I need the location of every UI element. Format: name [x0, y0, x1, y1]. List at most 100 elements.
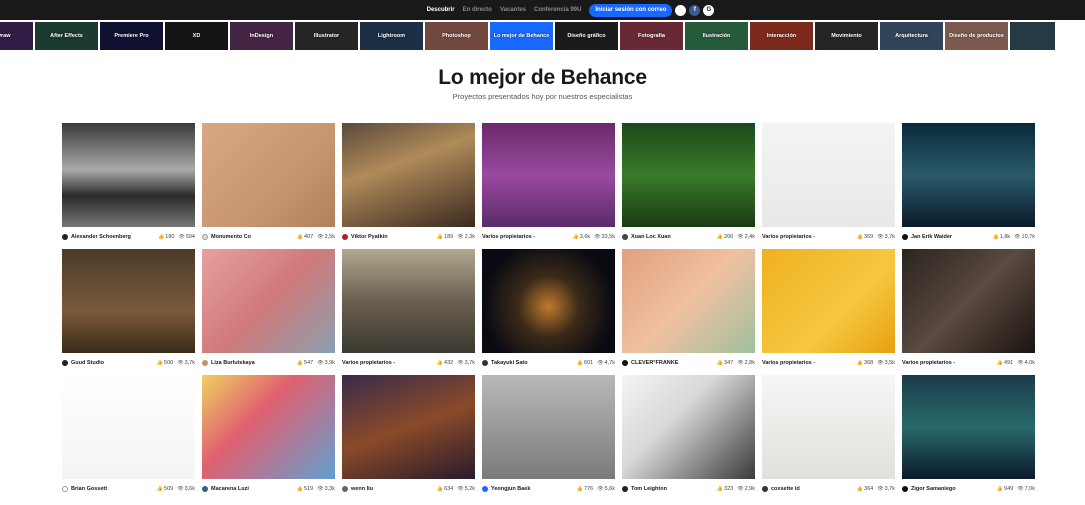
project-owner[interactable]: CLEVER°FRANKE: [622, 360, 717, 366]
project-owner[interactable]: Liza Burlutskaya: [202, 360, 297, 366]
eye-icon: 👁: [877, 360, 884, 366]
project-thumbnail[interactable]: [202, 123, 335, 227]
category-tile[interactable]: Arquitectura: [880, 22, 943, 50]
category-tile[interactable]: XD: [165, 22, 228, 50]
project-card: Xuan Loc Xuan 👍 266 👁 2,4k: [622, 123, 755, 249]
category-label: InDesign: [249, 33, 274, 39]
project-owner[interactable]: Zigor Samaniego: [902, 486, 997, 492]
project-owner[interactable]: Varios propietarios -: [902, 360, 997, 366]
project-stats: 👍 509 👁 3,6k: [157, 486, 195, 492]
category-tile[interactable]: Diseño gráfico: [555, 22, 618, 50]
views-count: 7,0k: [1024, 486, 1035, 492]
thumbs-up-icon: 👍: [436, 234, 444, 240]
project-thumbnail[interactable]: [762, 249, 895, 353]
likes-count: 1,8k: [999, 234, 1011, 240]
category-label: Photoshop: [442, 33, 471, 39]
views-count: 3,3k: [324, 486, 335, 492]
apple-icon[interactable]: [675, 4, 687, 16]
project-thumbnail[interactable]: [902, 249, 1035, 353]
nav-link[interactable]: Descubrir: [427, 7, 455, 13]
project-owner[interactable]: Brian Gossett: [62, 486, 157, 492]
project-owner[interactable]: coxsette id: [762, 486, 857, 492]
thumbs-up-icon: 👍: [572, 234, 579, 240]
project-thumbnail[interactable]: [342, 375, 475, 479]
category-tile[interactable]: Interacción: [750, 22, 813, 50]
category-tile[interactable]: Ilustración: [685, 22, 748, 50]
likes-count: 407: [304, 234, 314, 240]
project-stats: 👍 368 👁 3,5k: [857, 360, 895, 366]
category-tile[interactable]: After Effects: [35, 22, 98, 50]
project-thumbnail[interactable]: [622, 249, 755, 353]
category-tile[interactable]: Lo mejor de Behance: [490, 22, 553, 50]
project-thumbnail[interactable]: [342, 123, 475, 227]
category-tile[interactable]: e Draw: [0, 22, 33, 50]
category-tile[interactable]: Photoshop: [425, 22, 488, 50]
category-strip: e Draw After Effects Premiere Pro XD InDesig…: [0, 20, 1055, 51]
project-thumbnail[interactable]: [342, 249, 475, 353]
project-owner[interactable]: Guud Studio: [62, 360, 157, 366]
project-owner[interactable]: Varios propietarios -: [762, 360, 857, 366]
project-thumbnail[interactable]: [622, 375, 755, 479]
page-title: Lo mejor de Behance: [438, 66, 647, 89]
project-owner[interactable]: Tom Leighton: [622, 486, 717, 492]
project-thumbnail[interactable]: [202, 249, 335, 353]
likes-stat: 👍 368: [857, 360, 873, 366]
category-tile[interactable]: Diseño de productos: [945, 22, 1008, 50]
project-owner[interactable]: Monumento Co: [202, 234, 297, 240]
eye-icon: 👁: [737, 486, 744, 492]
avatar: [622, 486, 628, 492]
category-tile[interactable]: [1010, 22, 1055, 50]
nav-link[interactable]: Vacantes: [500, 7, 526, 13]
thumbs-up-icon: 👍: [716, 360, 724, 366]
likes-stat: 👍 634: [437, 486, 453, 492]
project-thumbnail[interactable]: [902, 123, 1035, 227]
project-owner[interactable]: Varios propietarios -: [762, 234, 857, 240]
project-owner[interactable]: wenn liu: [342, 486, 437, 492]
project-stats: 👍 364 👁 3,7k: [857, 486, 895, 492]
project-card: Tom Leighton 👍 323 👁 2,9k: [622, 375, 755, 501]
project-thumbnail[interactable]: [622, 123, 755, 227]
owner-name: Monumento Co: [211, 234, 252, 240]
project-meta: Varios propietarios - 👍 369 👁 3,7k: [762, 230, 895, 244]
project-thumbnail[interactable]: [62, 249, 195, 353]
nav-link[interactable]: En directo: [463, 7, 492, 13]
facebook-icon[interactable]: f: [689, 4, 701, 16]
category-tile[interactable]: Lightroom: [360, 22, 423, 50]
project-thumbnail[interactable]: [62, 123, 195, 227]
project-owner[interactable]: Alexander Schoenberg: [62, 234, 158, 240]
project-owner[interactable]: Varios propietarios -: [482, 234, 573, 240]
likes-stat: 👍 364: [857, 486, 873, 492]
project-thumbnail[interactable]: [482, 375, 615, 479]
project-thumbnail[interactable]: [202, 375, 335, 479]
project-thumbnail[interactable]: [762, 375, 895, 479]
project-stats: 👍 500 👁 3,7k: [157, 360, 195, 366]
views-stat: 👁 4,7k: [597, 360, 615, 366]
project-thumbnail[interactable]: [482, 249, 615, 353]
project-owner[interactable]: Macarena Luzi: [202, 486, 297, 492]
project-thumbnail[interactable]: [762, 123, 895, 227]
project-owner[interactable]: Takayuki Sato: [482, 360, 577, 366]
login-email-button[interactable]: Iniciar sesión con correo: [589, 3, 673, 17]
project-owner[interactable]: Jan Erik Waider: [902, 234, 993, 240]
nav-link[interactable]: Conferencia 99U: [534, 7, 581, 13]
project-stats: 👍 491 👁 4,0k: [997, 360, 1035, 366]
project-thumbnail[interactable]: [62, 375, 195, 479]
google-icon[interactable]: G: [703, 4, 715, 16]
project-owner[interactable]: Xuan Loc Xuan: [622, 234, 717, 240]
category-tile[interactable]: InDesign: [230, 22, 293, 50]
category-label: Diseño de productos: [949, 33, 1004, 39]
category-tile[interactable]: Movimiento: [815, 22, 878, 50]
project-owner[interactable]: Varios propietarios -: [342, 360, 437, 366]
project-stats: 👍 407 👁 2,5k: [297, 234, 335, 240]
project-thumbnail[interactable]: [482, 123, 615, 227]
category-tile[interactable]: Fotografía: [620, 22, 683, 50]
project-stats: 👍 547 👁 3,9k: [297, 360, 335, 366]
category-tile[interactable]: Premiere Pro: [100, 22, 163, 50]
project-meta: Varios propietarios - 👍 432 👁 3,7k: [342, 356, 475, 370]
project-owner[interactable]: Yeongjun Baek: [482, 486, 577, 492]
likes-stat: 👍 601: [577, 360, 593, 366]
project-thumbnail[interactable]: [902, 375, 1035, 479]
category-tile[interactable]: Illustrator: [295, 22, 358, 50]
likes-stat: 👍 949: [997, 486, 1013, 492]
project-owner[interactable]: Viktor Pyatkin: [342, 234, 437, 240]
